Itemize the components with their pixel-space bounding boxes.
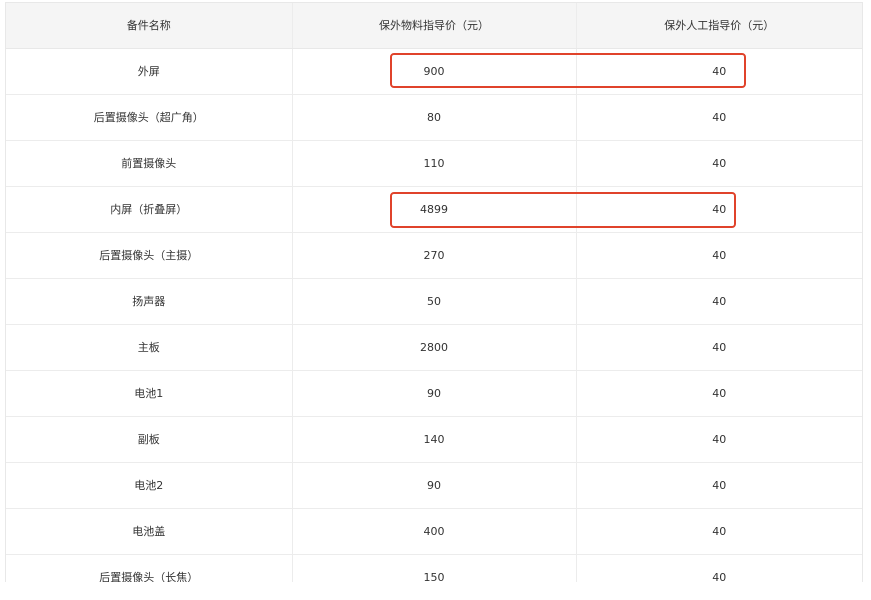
part-name-cell: 后置摄像头（长焦） [6, 554, 292, 582]
material-price-cell: 140 [291, 416, 576, 463]
labor-price-cell: 40 [575, 370, 862, 417]
table-row: 后置摄像头（长焦） 150 40 [6, 554, 862, 582]
material-price-cell: 900 [291, 48, 576, 95]
material-price-cell: 50 [291, 278, 576, 325]
part-name-cell: 副板 [6, 416, 292, 463]
part-name-cell: 扬声器 [6, 278, 292, 325]
material-price-cell: 90 [291, 370, 576, 417]
material-price-cell: 400 [291, 508, 576, 555]
header-labor-price: 保外人工指导价（元） [575, 2, 862, 49]
table-row: 外屏 900 40 [6, 48, 862, 95]
material-price-cell: 270 [291, 232, 576, 279]
table-row: 内屏（折叠屏） 4899 40 [6, 186, 862, 233]
part-name-cell: 电池盖 [6, 508, 292, 555]
material-price-cell: 90 [291, 462, 576, 509]
material-price-cell: 110 [291, 140, 576, 187]
labor-price-cell: 40 [575, 140, 862, 187]
table-row: 电池盖 400 40 [6, 508, 862, 555]
table-row: 后置摄像头（超广角） 80 40 [6, 94, 862, 141]
labor-price-cell: 40 [575, 416, 862, 463]
table-row: 副板 140 40 [6, 416, 862, 463]
header-part-name: 备件名称 [6, 2, 292, 49]
labor-price-cell: 40 [575, 554, 862, 582]
labor-price-cell: 40 [575, 94, 862, 141]
table-row: 前置摄像头 110 40 [6, 140, 862, 187]
table-row: 扬声器 50 40 [6, 278, 862, 325]
table-header-row: 备件名称 保外物料指导价（元） 保外人工指导价（元） [6, 2, 862, 49]
part-name-cell: 内屏（折叠屏） [6, 186, 292, 233]
table-row: 后置摄像头（主摄） 270 40 [6, 232, 862, 279]
material-price-cell: 2800 [291, 324, 576, 371]
part-name-cell: 后置摄像头（主摄） [6, 232, 292, 279]
labor-price-cell: 40 [575, 48, 862, 95]
material-price-cell: 80 [291, 94, 576, 141]
labor-price-cell: 40 [575, 462, 862, 509]
part-name-cell: 主板 [6, 324, 292, 371]
material-price-cell: 4899 [291, 186, 576, 233]
material-price-cell: 150 [291, 554, 576, 582]
labor-price-cell: 40 [575, 324, 862, 371]
table-row: 电池2 90 40 [6, 462, 862, 509]
labor-price-cell: 40 [575, 232, 862, 279]
header-material-price: 保外物料指导价（元） [291, 2, 576, 49]
table-row: 电池1 90 40 [6, 370, 862, 417]
parts-price-table-container: 备件名称 保外物料指导价（元） 保外人工指导价（元） 外屏 900 40 后置摄… [5, 2, 863, 582]
table-row: 主板 2800 40 [6, 324, 862, 371]
part-name-cell: 前置摄像头 [6, 140, 292, 187]
parts-price-table: 备件名称 保外物料指导价（元） 保外人工指导价（元） 外屏 900 40 后置摄… [6, 2, 862, 582]
part-name-cell: 电池2 [6, 462, 292, 509]
part-name-cell: 电池1 [6, 370, 292, 417]
part-name-cell: 外屏 [6, 48, 292, 95]
labor-price-cell: 40 [575, 508, 862, 555]
part-name-cell: 后置摄像头（超广角） [6, 94, 292, 141]
labor-price-cell: 40 [575, 186, 862, 233]
labor-price-cell: 40 [575, 278, 862, 325]
